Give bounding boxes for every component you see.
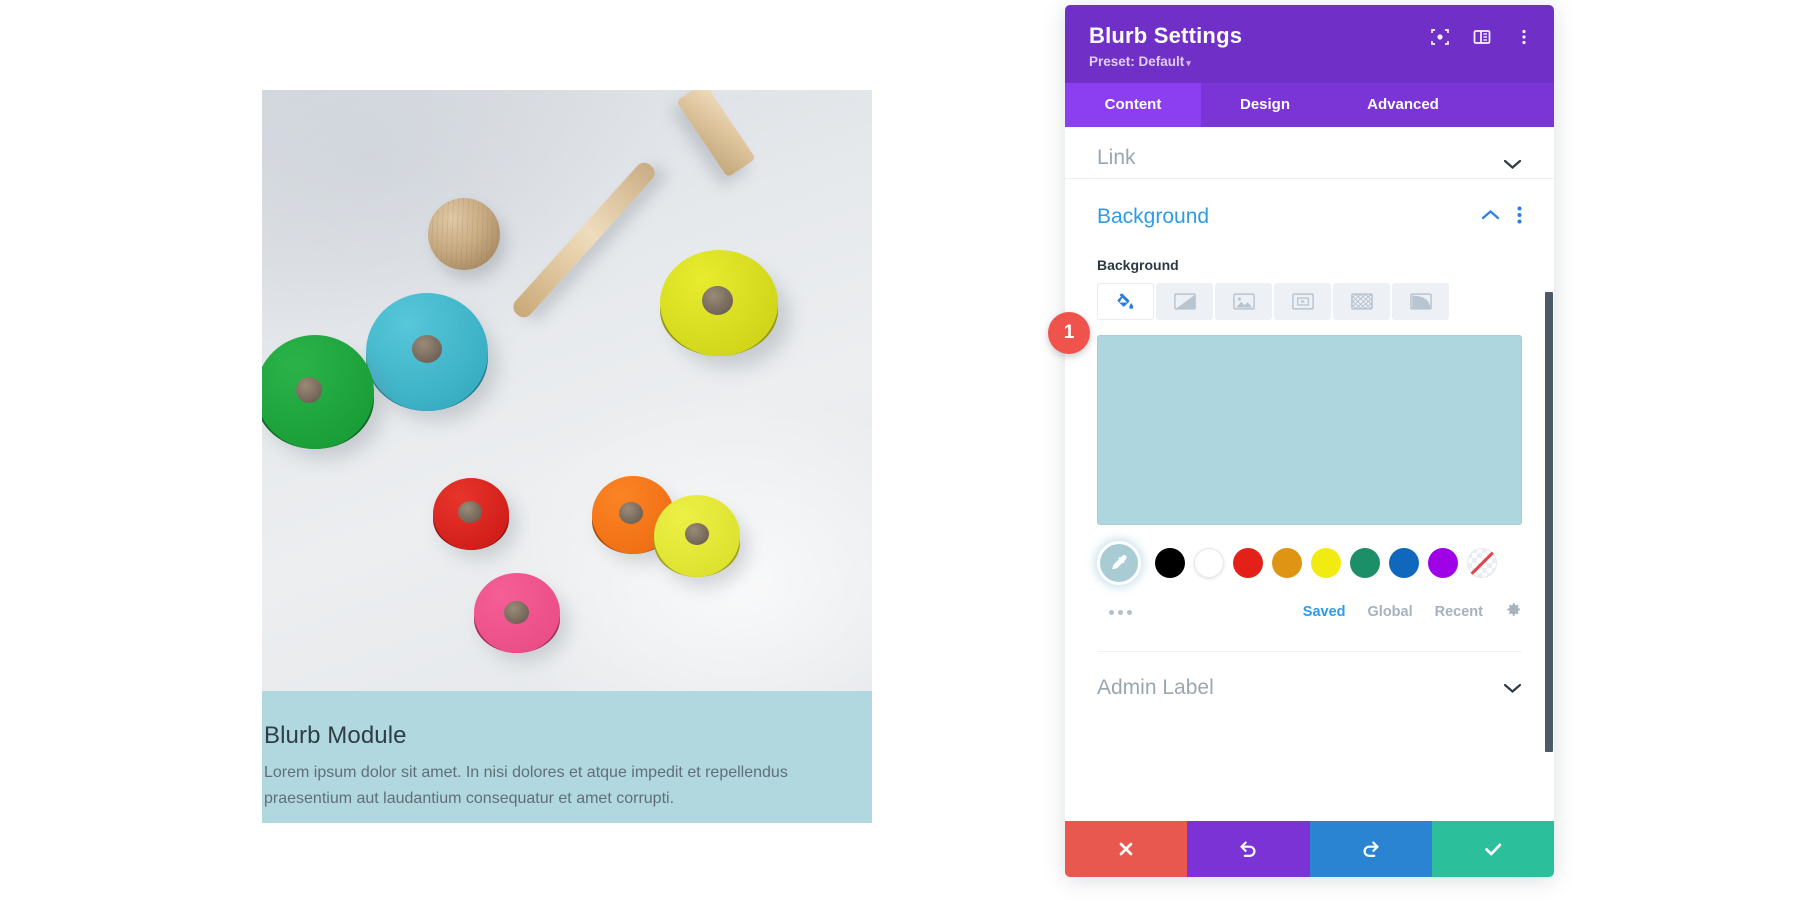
preset-label: Preset: Default	[1089, 54, 1185, 69]
background-field-label: Background	[1097, 257, 1179, 273]
chevron-up-icon[interactable]	[1481, 208, 1500, 226]
palette-tabs: Saved Global Recent	[1303, 601, 1522, 623]
background-color-icon[interactable]	[1097, 283, 1154, 320]
preset-caret-icon: ▾	[1186, 58, 1191, 68]
panel-scroll-area: Link Background Background Saved Global …	[1065, 127, 1554, 821]
blurb-description: Lorem ipsum dolor sit amet. In nisi dolo…	[264, 764, 788, 807]
background-color-preview[interactable]	[1097, 335, 1522, 525]
blurb-title: Blurb Module	[264, 722, 407, 749]
gear-icon[interactable]	[1505, 601, 1522, 623]
disc-hole	[685, 523, 709, 545]
toy-wooden-ball	[428, 198, 500, 270]
swatch-blue[interactable]	[1389, 548, 1419, 578]
ball-grain	[428, 198, 500, 270]
discard-changes-button[interactable]	[1065, 821, 1188, 877]
background-type-tabs	[1097, 283, 1522, 320]
disc-hole	[504, 601, 529, 624]
more-options-icon[interactable]	[1097, 609, 1132, 615]
section-admin-label-text: Admin Label	[1097, 676, 1214, 699]
undo-button[interactable]	[1187, 821, 1310, 877]
swatch-purple[interactable]	[1428, 548, 1458, 578]
disc-hole	[619, 502, 643, 524]
section-background-header[interactable]: Background	[1097, 179, 1522, 235]
toy-disc-pink	[474, 573, 568, 661]
color-swatch-row	[1097, 541, 1522, 585]
section-background-controls	[1481, 206, 1522, 229]
disc-hole	[296, 377, 322, 403]
toy-disc-red	[433, 478, 517, 558]
tab-advanced[interactable]: Advanced	[1329, 83, 1477, 127]
palette-tab-recent[interactable]: Recent	[1435, 604, 1483, 620]
panel-tabs: Content Design Advanced	[1065, 83, 1554, 127]
toy-disc-green	[262, 335, 384, 459]
swatch-red[interactable]	[1233, 548, 1263, 578]
section-admin-label[interactable]: Admin Label	[1065, 652, 1554, 724]
blurb-body: Blurb Module Lorem ipsum dolor sit amet.…	[262, 691, 872, 823]
background-pattern-icon[interactable]	[1333, 283, 1390, 320]
disc-hole	[412, 335, 442, 363]
blurb-module-preview[interactable]: Blurb Module Lorem ipsum dolor sit amet.…	[262, 90, 872, 823]
swatch-black[interactable]	[1155, 548, 1185, 578]
background-image-icon[interactable]	[1215, 283, 1272, 320]
disc-hole	[458, 501, 482, 523]
kebab-menu-icon[interactable]	[1514, 27, 1534, 47]
panel-scrollbar-thumb[interactable]	[1545, 292, 1553, 752]
section-background: Background Background Saved Global Recen…	[1065, 179, 1554, 652]
chevron-down-icon[interactable]	[1503, 682, 1522, 694]
blurb-settings-panel: Blurb Settings Preset: Default ▾ Content…	[1065, 5, 1554, 877]
palette-meta-row: Saved Global Recent	[1097, 601, 1522, 652]
section-background-title: Background	[1097, 205, 1210, 228]
swatch-transparent[interactable]	[1467, 548, 1497, 578]
save-changes-button[interactable]	[1431, 821, 1554, 877]
preset-selector[interactable]: Preset: Default ▾	[1089, 54, 1530, 69]
panel-header-icons	[1430, 27, 1534, 47]
palette-tab-saved[interactable]: Saved	[1303, 604, 1346, 620]
swatch-white[interactable]	[1194, 548, 1224, 578]
swatch-yellow[interactable]	[1311, 548, 1341, 578]
chevron-down-icon[interactable]	[1503, 158, 1522, 170]
blurb-photo	[262, 90, 872, 691]
section-link-label: Link	[1097, 146, 1136, 169]
redo-button[interactable]	[1309, 821, 1432, 877]
screenshot-root: Blurb Module Lorem ipsum dolor sit amet.…	[0, 0, 1800, 902]
layout-columns-icon[interactable]	[1472, 27, 1492, 47]
panel-footer	[1065, 821, 1554, 877]
section-link[interactable]: Link	[1065, 127, 1554, 179]
disc-hole	[702, 286, 733, 315]
background-video-icon[interactable]	[1274, 283, 1331, 320]
step-badge-1: 1	[1048, 312, 1090, 354]
tab-design[interactable]: Design	[1201, 83, 1329, 127]
swatch-green[interactable]	[1350, 548, 1380, 578]
focus-icon[interactable]	[1430, 27, 1450, 47]
palette-tab-global[interactable]: Global	[1368, 604, 1413, 620]
panel-header: Blurb Settings Preset: Default ▾	[1065, 5, 1554, 83]
background-mask-icon[interactable]	[1392, 283, 1449, 320]
toy-disc-teal	[366, 293, 498, 421]
tab-content[interactable]: Content	[1065, 83, 1201, 127]
background-gradient-icon[interactable]	[1156, 283, 1213, 320]
eyedropper-icon[interactable]	[1097, 541, 1141, 585]
swatch-orange[interactable]	[1272, 548, 1302, 578]
section-kebab-menu-icon[interactable]	[1517, 206, 1522, 229]
toy-disc-yellow	[654, 495, 748, 587]
toy-disc-yellowgreen	[660, 250, 790, 368]
